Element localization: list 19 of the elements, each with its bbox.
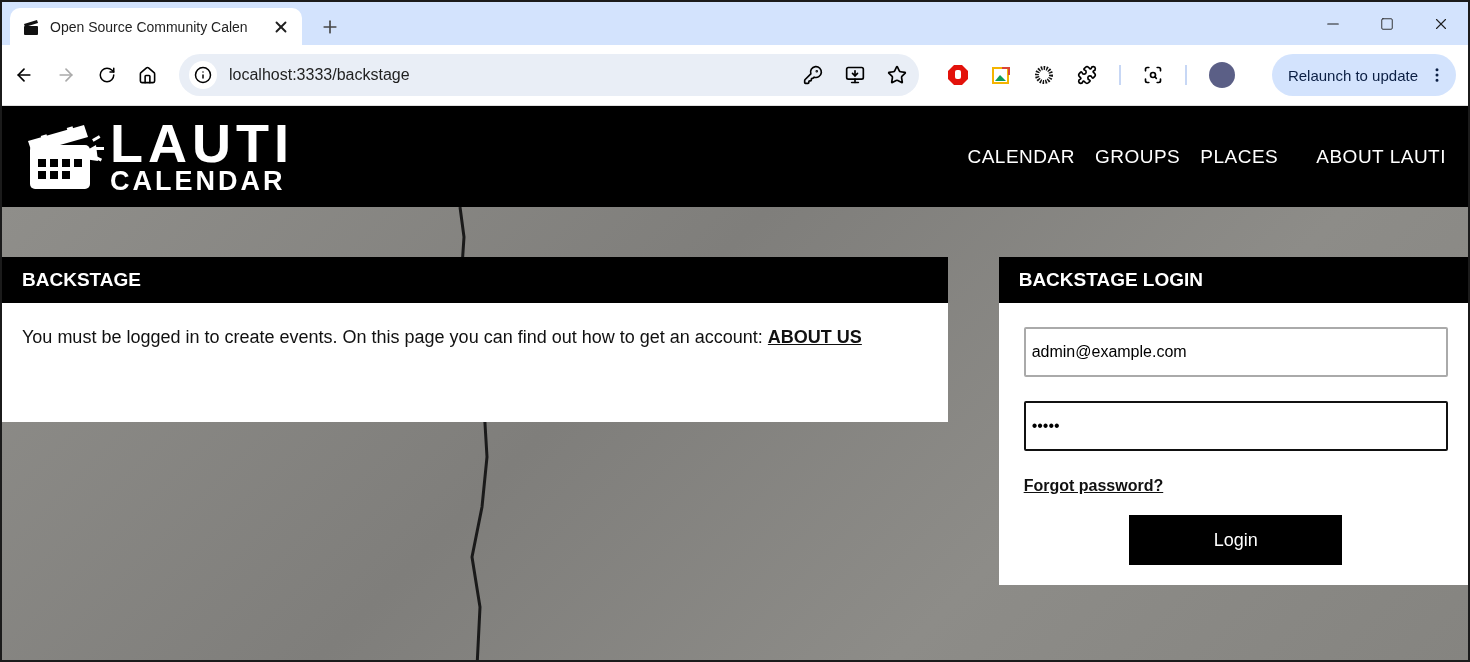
nav-link[interactable]: GROUPS bbox=[1094, 145, 1181, 168]
about-us-link[interactable]: ABOUT US bbox=[767, 327, 862, 347]
relaunch-button[interactable]: Relaunch to update bbox=[1271, 54, 1456, 96]
nav-link[interactable]: ABOUT LAUTI bbox=[1316, 145, 1446, 168]
password-field[interactable]: ••••• bbox=[1023, 401, 1448, 451]
nav-link[interactable]: PLACES bbox=[1200, 145, 1279, 168]
url-text: localhost:3333/backstage bbox=[229, 66, 411, 84]
nav-link[interactable]: CALENDAR bbox=[967, 145, 1075, 168]
email-field[interactable]: admin@example.com bbox=[1023, 327, 1448, 377]
info-text: You must be logged in to create events. On this page you can find out how to get an account: ABOUT US bbox=[22, 327, 863, 348]
address-bar[interactable]: localhost:3333/backstage bbox=[179, 54, 919, 96]
logo-subtitle[interactable]: CALENDAR bbox=[110, 166, 294, 195]
panel-title: BACKSTAGE LOGIN bbox=[998, 257, 1468, 303]
browser-tab[interactable]: Open Source Community Calen bbox=[10, 8, 302, 45]
login-button[interactable]: Login bbox=[1129, 515, 1343, 565]
forgot-password-link[interactable]: Forgot password? bbox=[1023, 477, 1164, 495]
panel-title: BACKSTAGE bbox=[2, 257, 948, 303]
tab-title: Open Source Community Calen bbox=[50, 18, 249, 35]
logo-title[interactable]: LAUTI bbox=[110, 118, 294, 167]
